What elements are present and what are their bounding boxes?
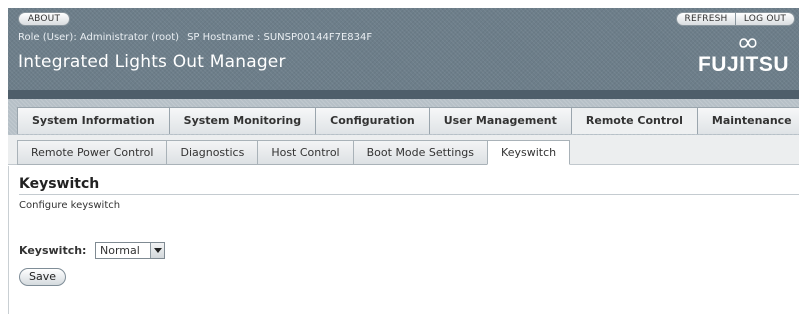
- about-button[interactable]: ABOUT: [18, 12, 70, 26]
- primary-tabs: System Information System Monitoring Confi…: [17, 107, 799, 134]
- help-text: Configure keyswitch: [19, 200, 121, 211]
- fujitsu-logo-icon: [739, 38, 757, 48]
- chevron-down-icon[interactable]: [150, 243, 164, 258]
- refresh-button[interactable]: REFRESH: [676, 12, 736, 26]
- tab-system-information[interactable]: System Information: [17, 107, 170, 134]
- tab-configuration[interactable]: Configuration: [315, 107, 430, 134]
- role-text: Role (User): Administrator (root): [18, 32, 180, 43]
- tab-user-management[interactable]: User Management: [428, 107, 572, 134]
- hostname-text: SP Hostname : SUNSP00144F7E834F: [187, 32, 373, 43]
- subtab-remote-power-control[interactable]: Remote Power Control: [17, 140, 168, 165]
- subtab-boot-mode-settings[interactable]: Boot Mode Settings: [352, 140, 489, 165]
- keyswitch-select-value: Normal: [100, 244, 140, 257]
- keyswitch-label: Keyswitch:: [19, 244, 87, 257]
- logout-button[interactable]: LOG OUT: [736, 12, 795, 26]
- subtab-host-control[interactable]: Host Control: [257, 140, 354, 165]
- title-divider: [19, 194, 799, 195]
- user-info: Role (User): Administrator (root) SP Host…: [18, 32, 372, 43]
- save-button[interactable]: Save: [19, 268, 66, 286]
- masthead-stripe: [8, 90, 799, 99]
- tab-maintenance[interactable]: Maintenance: [696, 107, 799, 134]
- masthead: ABOUT REFRESH LOG OUT Role (User): Admin…: [8, 8, 799, 99]
- brand-logo: FUJITSU: [697, 53, 789, 76]
- tab-remote-control[interactable]: Remote Control: [570, 107, 698, 134]
- secondary-tabbar: Remote Power Control Diagnostics Host Cont…: [8, 135, 799, 165]
- page-title: Keyswitch: [19, 176, 100, 192]
- content-area: Keyswitch Configure keyswitch Keyswitch:…: [8, 166, 799, 314]
- subtab-diagnostics[interactable]: Diagnostics: [166, 140, 259, 165]
- subtab-keyswitch[interactable]: Keyswitch: [487, 140, 571, 165]
- secondary-tabs: Remote Power Control Diagnostics Host Cont…: [17, 140, 571, 165]
- keyswitch-select[interactable]: Normal: [95, 242, 165, 259]
- primary-tabbar: System Information System Monitoring Confi…: [8, 99, 799, 135]
- app-title: Integrated Lights Out Manager: [18, 52, 286, 72]
- tab-system-monitoring[interactable]: System Monitoring: [168, 107, 317, 134]
